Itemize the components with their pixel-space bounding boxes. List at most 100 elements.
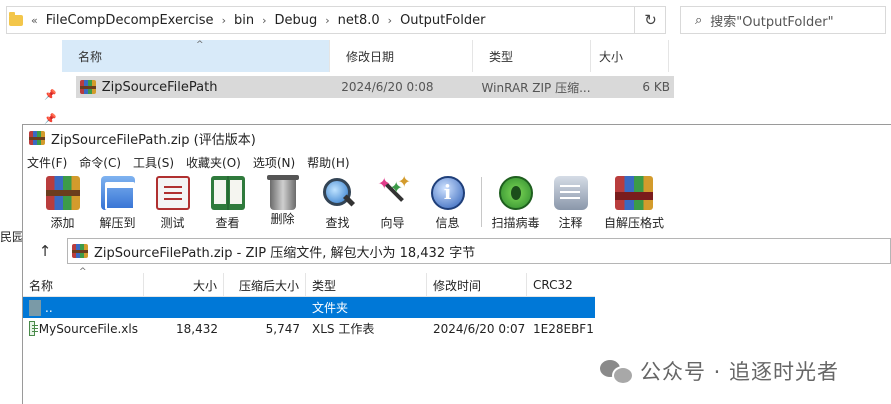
refresh-icon[interactable]: ↻ <box>634 6 666 34</box>
button-label: 向导 <box>380 216 405 230</box>
test-button[interactable]: 测试 <box>145 173 200 231</box>
button-label: 删除 <box>270 212 295 226</box>
comment-button[interactable]: 注释 <box>543 173 598 231</box>
column-packed[interactable]: 压缩后大小 <box>224 273 306 297</box>
comment-icon <box>553 176 588 210</box>
search-icon: ⌕ <box>695 12 703 28</box>
arrow-up-icon[interactable]: ↑ <box>23 242 67 260</box>
breadcrumb-item[interactable]: net8.0 <box>338 13 380 28</box>
row-name: MySourceFile.xls <box>38 321 138 336</box>
sort-up-icon: ^ <box>79 267 87 277</box>
button-label: 解压到 <box>99 216 136 230</box>
row-type: XLS 工作表 <box>312 322 375 336</box>
chevron-right-icon[interactable]: › <box>388 14 392 27</box>
column-size[interactable]: 大小 <box>144 273 224 297</box>
toolbar-divider <box>481 177 482 227</box>
virus-scan-icon <box>498 176 533 210</box>
row-crc: 1E28EBF1 <box>533 321 594 336</box>
table-row[interactable]: .. 文件夹 <box>23 297 595 318</box>
file-name: ZipSourceFilePath <box>101 79 218 95</box>
search-input[interactable]: ⌕ 搜索"OutputFolder" <box>680 6 886 34</box>
chevron-right-icon[interactable]: › <box>325 14 329 27</box>
parent-folder-icon <box>29 299 41 316</box>
file-list-header: ^ 名称 大小 压缩后大小 类型 修改时间 CRC32 <box>23 267 595 297</box>
trash-icon <box>266 175 299 210</box>
watermark-text: 公众号 · 追逐时光者 <box>640 360 840 384</box>
column-type[interactable]: 类型 <box>306 273 427 297</box>
file-list: ^ 名称 大小 压缩后大小 类型 修改时间 CRC32 .. 文件夹 MySou… <box>23 267 595 339</box>
button-label: 扫描病毒 <box>491 216 540 230</box>
book-view-icon <box>210 176 245 210</box>
window-title-bar: ZipSourceFilePath.zip (评估版本) <box>23 125 891 151</box>
chevron-left-icon[interactable]: « <box>31 14 38 27</box>
info-button[interactable]: 信息 <box>420 173 475 231</box>
add-button[interactable]: 添加 <box>35 173 90 231</box>
sfx-archive-icon <box>615 176 653 210</box>
extract-to-button[interactable]: 解压到 <box>90 173 145 231</box>
breadcrumb-item[interactable]: FileCompDecompExercise <box>46 13 214 28</box>
row-packed: 5,747 <box>265 321 300 336</box>
column-modified[interactable]: 修改时间 <box>427 273 527 297</box>
button-label: 测试 <box>160 216 185 230</box>
search-placeholder: 搜索"OutputFolder" <box>710 14 834 30</box>
column-size[interactable]: 大小 <box>591 40 669 72</box>
sfx-button[interactable]: 自解压格式 <box>598 173 670 231</box>
folder-extract-icon <box>100 176 135 210</box>
explorer-path-box[interactable]: « FileCompDecompExercise › bin › Debug ›… <box>6 6 666 34</box>
button-label: 注释 <box>558 216 583 230</box>
breadcrumb-item[interactable]: Debug <box>274 13 317 28</box>
explorer-column-header: ^ 名称 修改日期 类型 大小 <box>62 40 891 72</box>
row-modified: 2024/6/20 0:07 <box>433 321 526 336</box>
navigation-pane: 📌 📌 <box>0 40 62 130</box>
file-size: 6 KB <box>642 80 670 94</box>
watermark: 公众号 · 追逐时光者 <box>600 356 839 386</box>
breadcrumb-item[interactable]: OutputFolder <box>400 13 485 28</box>
folder-icon <box>9 11 23 26</box>
menu-tools[interactable]: 工具(S) <box>133 154 174 171</box>
row-size: 18,432 <box>176 321 218 336</box>
menu-commands[interactable]: 命令(C) <box>79 154 121 171</box>
magnifier-icon <box>321 176 355 210</box>
menu-bar: 文件(F) 命令(C) 工具(S) 收藏夹(O) 选项(N) 帮助(H) <box>23 151 891 173</box>
column-name[interactable]: ^ 名称 <box>62 40 330 72</box>
explorer-address-bar: « FileCompDecompExercise › bin › Debug ›… <box>0 0 891 40</box>
xls-file-icon <box>29 321 38 336</box>
row-type: 文件夹 <box>312 301 349 315</box>
window-title: ZipSourceFilePath.zip (评估版本) <box>51 132 256 148</box>
delete-button[interactable]: 删除 <box>255 173 310 227</box>
wechat-logo-icon <box>600 358 634 385</box>
breadcrumb-item[interactable]: bin <box>234 13 254 28</box>
info-icon <box>430 176 465 210</box>
menu-options[interactable]: 选项(N) <box>253 154 295 171</box>
column-label: 修改日期 <box>346 49 395 64</box>
button-label: 信息 <box>435 216 460 230</box>
menu-favorites[interactable]: 收藏夹(O) <box>186 154 241 171</box>
pin-icon[interactable]: 📌 <box>44 90 56 101</box>
file-row[interactable]: ZipSourceFilePath 2024/6/20 0:08 WinRAR … <box>76 76 674 98</box>
column-date[interactable]: 修改日期 <box>330 40 473 72</box>
column-type[interactable]: 类型 <box>473 40 591 72</box>
row-name: .. <box>45 300 53 315</box>
column-label: 类型 <box>489 49 514 64</box>
scan-virus-button[interactable]: 扫描病毒 <box>488 173 543 231</box>
archive-path-field[interactable]: ZipSourceFilePath.zip - ZIP 压缩文件, 解包大小为 … <box>67 238 891 264</box>
clipboard-test-icon <box>155 176 190 210</box>
find-button[interactable]: 查找 <box>310 173 365 231</box>
view-button[interactable]: 查看 <box>200 173 255 231</box>
button-label: 查看 <box>215 216 240 230</box>
column-crc32[interactable]: CRC32 <box>527 273 595 297</box>
sort-up-icon: ^ <box>196 40 204 50</box>
column-label: 名称 <box>78 49 103 64</box>
wizard-button[interactable]: 向导 <box>365 173 420 231</box>
chevron-right-icon[interactable]: › <box>262 14 266 27</box>
table-row[interactable]: MySourceFile.xls 18,432 5,747 XLS 工作表 20… <box>23 318 595 339</box>
chevron-right-icon[interactable]: › <box>222 14 226 27</box>
winrar-archive-icon <box>80 80 96 94</box>
menu-file[interactable]: 文件(F) <box>27 154 67 171</box>
winrar-app-icon <box>29 131 45 145</box>
magic-wand-icon <box>376 174 410 210</box>
file-date: 2024/6/20 0:08 <box>341 80 434 94</box>
menu-help[interactable]: 帮助(H) <box>307 154 349 171</box>
column-label: 大小 <box>599 49 624 64</box>
button-label: 自解压格式 <box>603 216 664 230</box>
